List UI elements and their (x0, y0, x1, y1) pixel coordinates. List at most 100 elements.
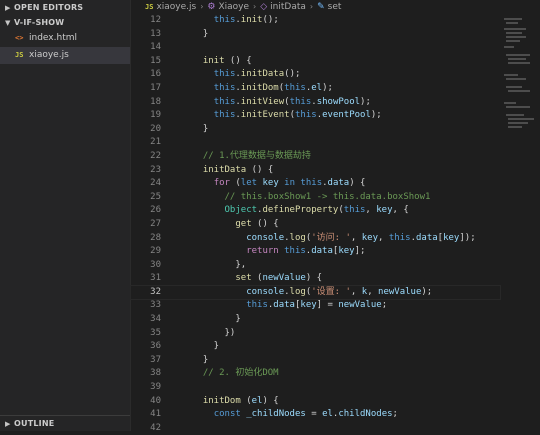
html-file-icon: <> (15, 34, 24, 42)
code-line: 23 initData () { (131, 164, 500, 178)
code-line: 18 this.initView(this.showPool); (131, 96, 500, 110)
breadcrumb-class[interactable]: Xiaoye (218, 2, 249, 12)
line-number: 26 (150, 205, 161, 216)
code-text: this.initDom(this.el); (213, 82, 333, 93)
open-editors-label: OPEN EDITORS (14, 3, 84, 12)
minimap-line (504, 46, 514, 48)
line-number: 31 (150, 273, 161, 284)
code-text: this.init(); (213, 15, 279, 25)
minimap-line (504, 28, 526, 30)
code-editor[interactable]: 12 this.init(); 13 } 14 15 init () { 16 … (130, 14, 501, 435)
open-editors-header[interactable]: ▶ OPEN EDITORS (0, 0, 130, 15)
code-line: 19 this.initEvent(this.eventPool); (131, 109, 500, 123)
line-number: 21 (150, 137, 161, 148)
line-number: 40 (150, 395, 161, 406)
line-number: 28 (150, 232, 161, 243)
code-text: const _childNodes = el.childNodes; (213, 409, 398, 420)
code-text: } (192, 354, 209, 365)
minimap-line (506, 22, 518, 24)
code-text: // 2. 初始化DOM (192, 368, 279, 379)
line-number: 29 (150, 246, 161, 257)
chevron-right-icon: › (253, 2, 257, 11)
code-text: this.initData(); (213, 69, 301, 80)
code-line: 41 const _childNodes = el.childNodes; (131, 408, 500, 422)
code-line: 26 Object.defineProperty(this, key, { (131, 204, 500, 218)
folder-label: V-IF-SHOW (14, 18, 65, 27)
code-text: get () { (235, 218, 279, 229)
js-file-icon: JS (15, 51, 24, 59)
breadcrumb: JS xiaoye.js › ⚙ Xiaoye › ◇ initData › ✎ set (131, 0, 540, 14)
minimap[interactable] (502, 14, 540, 431)
code-line: 30 }, (131, 259, 500, 273)
file-item-xiaoye-js[interactable]: JS xiaoye.js (0, 47, 130, 64)
code-line: 34 } (131, 313, 500, 327)
code-line: 17 this.initDom(this.el); (131, 82, 500, 96)
code-line: 38 // 2. 初始化DOM (131, 367, 500, 381)
chevron-right-icon: › (309, 2, 314, 11)
line-number: 20 (150, 123, 161, 134)
chevron-down-icon: ▼ (5, 19, 11, 27)
line-number: 27 (150, 218, 161, 229)
code-line: 20 } (131, 123, 500, 137)
line-number: 23 (150, 164, 161, 175)
line-number: 35 (150, 327, 161, 338)
line-number: 16 (150, 69, 161, 80)
line-number: 42 (150, 422, 161, 433)
code-line: 24 for (let key in this.data) { (131, 177, 500, 191)
minimap-line (506, 114, 524, 116)
code-line: 15 init () { (131, 55, 500, 69)
code-line: 42 (131, 422, 500, 435)
minimap-line (508, 62, 530, 64)
file-name: xiaoye.js (29, 50, 69, 60)
file-item-index-html[interactable]: <> index.html (0, 30, 130, 47)
line-number: 15 (150, 55, 161, 66)
line-number: 36 (150, 341, 161, 352)
code-line: 35 }) (131, 327, 500, 341)
breadcrumb-file[interactable]: xiaoye.js (156, 2, 196, 12)
code-line: 40 initDom (el) { (131, 395, 500, 409)
line-number: 30 (150, 259, 161, 270)
minimap-line (508, 118, 534, 120)
class-icon: ⚙ (207, 2, 216, 12)
method-icon: ◇ (260, 2, 268, 12)
minimap-line (504, 102, 516, 104)
chevron-right-icon: ▶ (5, 420, 11, 428)
file-name: index.html (29, 33, 77, 43)
breadcrumb-prop[interactable]: set (328, 2, 342, 12)
chevron-right-icon: › (200, 2, 204, 11)
code-text: this.initView(this.showPool); (213, 96, 371, 107)
outline-label: OUTLINE (14, 419, 55, 428)
js-file-icon: JS (145, 3, 154, 11)
code-text: init () { (192, 55, 252, 66)
minimap-line (506, 78, 526, 80)
minimap-line (506, 106, 530, 108)
line-number: 13 (150, 28, 161, 39)
line-number: 17 (150, 82, 161, 93)
line-number: 24 (150, 178, 161, 189)
code-text: // this.boxShow1 -> this.data.boxShow1 (192, 191, 431, 202)
code-line: 13 } (131, 28, 500, 42)
code-line: 27 get () { (131, 218, 500, 232)
minimap-line (504, 18, 522, 20)
minimap-line (506, 32, 522, 34)
outline-section: ▶ OUTLINE (0, 415, 130, 431)
code-text: return this.data[key]; (246, 246, 366, 257)
code-line: 37 } (131, 354, 500, 368)
code-line: 12 this.init(); (131, 14, 500, 28)
line-number: 41 (150, 409, 161, 420)
minimap-line (506, 36, 526, 38)
line-number: 25 (150, 191, 161, 202)
code-line: 36 } (131, 340, 500, 354)
minimap-line (508, 90, 530, 92)
code-line: 28 console.log('访问: ', key, this.data[ke… (131, 232, 500, 246)
code-line: 31 set (newValue) { (131, 272, 500, 286)
minimap-line (508, 122, 528, 124)
breadcrumb-method[interactable]: initData (270, 2, 306, 12)
folder-header[interactable]: ▼ V-IF-SHOW (0, 15, 130, 30)
line-number: 32 (150, 286, 161, 297)
line-number: 19 (150, 110, 161, 121)
outline-header[interactable]: ▶ OUTLINE (0, 416, 130, 431)
minimap-line (508, 126, 522, 128)
code-line: 29 return this.data[key]; (131, 245, 500, 259)
line-number: 33 (150, 300, 161, 311)
